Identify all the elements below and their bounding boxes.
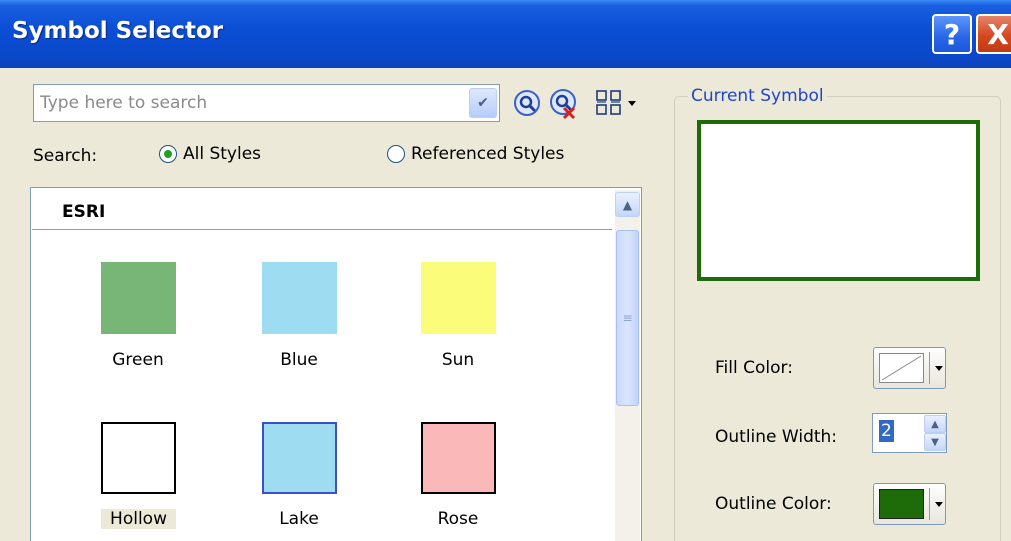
chevron-up-icon: ▲ [622, 197, 633, 212]
radio-referenced-styles[interactable]: Referenced Styles [387, 144, 564, 164]
radio-all-styles-label: All Styles [183, 144, 262, 164]
symbol-label[interactable]: Blue [239, 350, 359, 370]
help-button[interactable]: ? [932, 14, 972, 54]
search-combobox[interactable]: ✔ [33, 84, 500, 122]
search-button[interactable] [513, 89, 541, 117]
symbol-swatch-lake[interactable] [262, 422, 337, 494]
radio-all-styles[interactable]: All Styles [159, 144, 261, 164]
symbol-label-selected[interactable]: Hollow [101, 509, 176, 529]
dropdown-arrow-icon [935, 366, 943, 371]
symbol-label[interactable]: Rose [398, 509, 518, 529]
symbol-swatch-rose[interactable] [421, 422, 496, 494]
symbol-group-header[interactable]: ESRI [32, 198, 612, 230]
divider [929, 488, 930, 520]
grip-icon: ≡ [622, 311, 633, 325]
chevron-down-icon: ▼ [931, 436, 939, 448]
clear-search-button[interactable] [548, 88, 580, 120]
symbol-group-title: ESRI [62, 202, 106, 222]
chevron-up-icon: ▲ [931, 418, 939, 430]
search-dropdown-button[interactable]: ✔ [469, 88, 497, 118]
radio-button-unchecked[interactable] [387, 145, 405, 163]
search-icon [514, 90, 540, 116]
outline-color-label: Outline Color: [715, 494, 832, 514]
symbol-swatch-green[interactable] [101, 262, 176, 334]
outline-color-swatch [879, 489, 924, 519]
help-icon: ? [943, 17, 961, 51]
grid-view-icon [596, 90, 636, 115]
close-button[interactable]: X [976, 14, 1011, 54]
radio-dot-icon [164, 150, 172, 158]
window-title: Symbol Selector [12, 18, 224, 44]
chevron-down-icon: ✔ [477, 95, 489, 111]
search-scope-label: Search: [33, 146, 98, 166]
current-symbol-preview [697, 120, 980, 281]
view-options-button[interactable] [592, 86, 642, 120]
fill-color-label: Fill Color: [715, 358, 793, 378]
divider [929, 352, 930, 384]
outline-width-label: Outline Width: [715, 427, 838, 447]
title-bar: Symbol Selector ? X [0, 0, 1011, 68]
radio-button-checked[interactable] [159, 145, 177, 163]
clear-search-icon [550, 89, 576, 120]
radio-referenced-styles-label: Referenced Styles [411, 144, 565, 164]
scroll-thumb[interactable]: ≡ [616, 230, 639, 406]
outline-width-value[interactable]: 2 [879, 420, 894, 442]
dropdown-arrow-icon [935, 502, 943, 507]
symbol-swatch-hollow[interactable] [101, 422, 176, 494]
scroll-up-button[interactable]: ▲ [615, 192, 640, 217]
symbol-swatch-sun[interactable] [421, 262, 496, 334]
current-symbol-title: Current Symbol [688, 86, 827, 106]
close-icon: X [987, 17, 1009, 51]
search-input[interactable] [40, 89, 460, 117]
symbol-label[interactable]: Sun [398, 350, 518, 370]
outline-color-button[interactable] [873, 483, 946, 525]
no-color-icon [881, 355, 922, 381]
increment-button[interactable]: ▲ [924, 415, 946, 433]
symbol-label[interactable]: Green [78, 350, 198, 370]
outline-width-stepper[interactable]: 2 ▲ ▼ [872, 413, 947, 453]
decrement-button[interactable]: ▼ [924, 433, 946, 451]
fill-color-button[interactable] [873, 347, 946, 389]
symbol-label[interactable]: Lake [239, 509, 359, 529]
symbol-swatch-blue[interactable] [262, 262, 337, 334]
no-color-swatch [879, 353, 924, 383]
symbol-list-scrollbar[interactable]: ▲ ≡ [615, 190, 640, 541]
